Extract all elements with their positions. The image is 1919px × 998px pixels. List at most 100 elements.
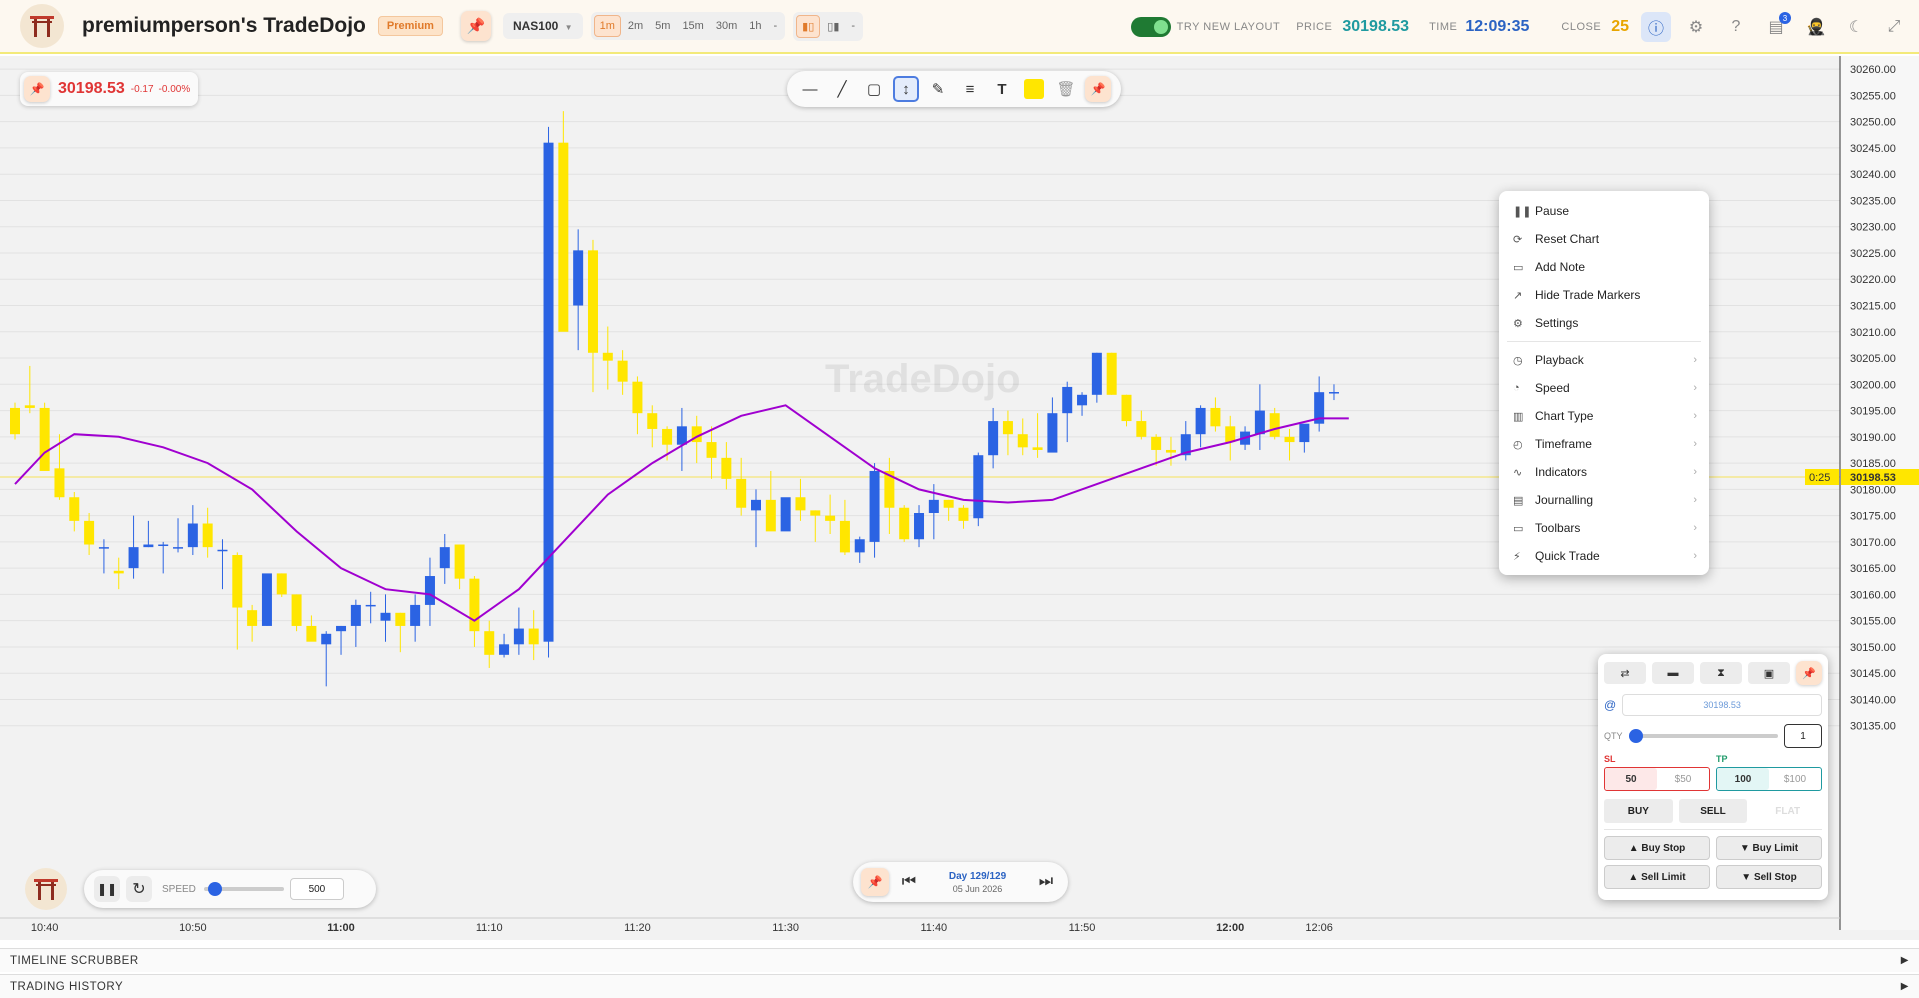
hourglass-tab-icon[interactable]: ⧗ <box>1700 662 1742 684</box>
candle-body <box>217 549 228 552</box>
time-tick-label: 11:20 <box>624 922 651 934</box>
hollow-candle-icon[interactable]: ▯▮ <box>822 16 844 37</box>
chart-area[interactable]: TradeDojo 30260.00 30255.00 30250.00 30245.… <box>0 56 1919 940</box>
menu-reset-chart[interactable]: ⟳ Reset Chart <box>1499 225 1709 253</box>
avatar-icon[interactable]: 🥷 <box>1801 12 1831 42</box>
menu-journalling[interactable]: ▤ Journalling › <box>1499 486 1709 514</box>
pin-nav-button[interactable]: 📌 <box>861 868 889 896</box>
order-price-input[interactable]: 30198.53 <box>1622 694 1822 716</box>
menu-chart-type[interactable]: ▥ Chart Type › <box>1499 402 1709 430</box>
trash-icon[interactable]: 🗑 <box>1053 76 1079 102</box>
candle-body <box>1269 413 1280 437</box>
moon-icon[interactable]: ☾ <box>1841 12 1871 42</box>
candle <box>810 510 821 542</box>
skip-forward-icon[interactable]: ⏭ <box>1032 868 1060 896</box>
buy-button[interactable]: BUY <box>1604 799 1673 823</box>
timeline-scrubber-section[interactable]: TIMELINE SCRUBBER ▶ <box>0 948 1919 972</box>
trendline-icon[interactable]: ╱ <box>829 76 855 102</box>
candle-body <box>573 250 584 306</box>
timeframe-30m[interactable]: 30m <box>711 16 742 36</box>
tp-dollar-button[interactable]: $100 <box>1769 768 1821 790</box>
sell-stop-button[interactable]: ▼ Sell Stop <box>1716 865 1822 889</box>
menu-pause[interactable]: ❚❚ Pause <box>1499 197 1709 225</box>
timeframe-2m[interactable]: 2m <box>623 16 648 36</box>
candles <box>10 111 1339 687</box>
new-layout-toggle[interactable] <box>1130 17 1171 37</box>
symbol-selector[interactable]: NAS100 ▼ <box>502 13 583 39</box>
lines-icon[interactable]: ≡ <box>957 76 983 102</box>
trading-history-section[interactable]: TRADING HISTORY ▶ <box>0 974 1919 998</box>
flat-button[interactable]: FLAT <box>1753 799 1822 823</box>
menu-timeframe[interactable]: ◴ Timeframe › <box>1499 430 1709 458</box>
qty-slider[interactable] <box>1628 729 1778 743</box>
menu-hide-trade-markers[interactable]: ↗ Hide Trade Markers <box>1499 281 1709 309</box>
pen-icon[interactable]: ✎ <box>925 76 951 102</box>
menu-quick-trade[interactable]: ⚡ Quick Trade › <box>1499 542 1709 570</box>
qty-slider-thumb[interactable] <box>1628 729 1643 743</box>
pin-panel-button[interactable]: 📌 <box>1796 661 1822 685</box>
candlestick-icon[interactable]: ▮▯ <box>796 14 821 38</box>
menu-indicators[interactable]: ∿ Indicators › <box>1499 458 1709 486</box>
candle <box>1106 352 1117 395</box>
candle-body <box>158 544 169 547</box>
candle-body <box>973 455 984 519</box>
menu-label: Reset Chart <box>1535 232 1600 246</box>
info-change: -0.17 <box>130 83 154 95</box>
timeframe-1m[interactable]: 1m <box>593 15 621 37</box>
timeframe-5m[interactable]: 5m <box>650 16 675 36</box>
menu-speed[interactable]: ◔ Speed › <box>1499 374 1709 402</box>
sl-dollar-button[interactable]: $50 <box>1657 768 1709 790</box>
pin-drawbar-button[interactable]: 📌 <box>1085 76 1111 102</box>
expand-icon[interactable]: ▶ <box>1901 981 1909 992</box>
speed-input[interactable]: 500 <box>289 878 344 900</box>
report-tab-icon[interactable]: ▣ <box>1748 662 1790 684</box>
sl-points-button[interactable]: 50 <box>1605 768 1657 790</box>
orders-tab-icon[interactable]: ⇄ <box>1604 662 1646 684</box>
buy-stop-button[interactable]: ▲ Buy Stop <box>1604 836 1710 860</box>
menu-label: Journalling <box>1535 493 1594 507</box>
menu-add-note[interactable]: ▭ Add Note <box>1499 253 1709 281</box>
price-tick-label: 30135.00 <box>1850 721 1896 733</box>
menu-playback[interactable]: ◷ Playback › <box>1499 346 1709 374</box>
buy-limit-button[interactable]: ▼ Buy Limit <box>1716 836 1822 860</box>
candle <box>395 612 406 653</box>
info-icon[interactable]: ⓘ <box>1641 12 1671 42</box>
speed-slider[interactable] <box>203 882 284 896</box>
candle-body <box>395 612 406 626</box>
help-icon[interactable]: ? <box>1721 12 1751 42</box>
timeframe-15m[interactable]: 15m <box>677 16 708 36</box>
sell-button[interactable]: SELL <box>1678 799 1748 823</box>
timeframe-1h[interactable]: 1h <box>744 16 766 36</box>
price-tick-label: 30255.00 <box>1850 90 1896 102</box>
briefcase-tab-icon[interactable]: ▬ <box>1652 662 1694 684</box>
timeframe-more[interactable]: - <box>769 16 783 36</box>
menu-toolbars[interactable]: ▭ Toolbars › <box>1499 514 1709 542</box>
measure-icon[interactable]: ↕ <box>893 76 919 102</box>
notes-icon[interactable]: ▤ 3 <box>1761 12 1791 42</box>
pause-icon[interactable]: ❚❚ <box>94 876 120 902</box>
candle-body <box>1002 421 1013 435</box>
price-tick-label: 30245.00 <box>1850 143 1896 155</box>
price-tick-label: 30175.00 <box>1850 511 1896 523</box>
text-icon[interactable]: T <box>989 76 1015 102</box>
tradedojo-logo-bottom[interactable] <box>25 868 67 910</box>
fullscreen-icon[interactable]: ⤢ <box>1879 12 1909 42</box>
candle-body <box>24 405 35 408</box>
qty-input[interactable]: 1 <box>1784 724 1822 748</box>
speed-slider-thumb[interactable] <box>207 882 222 896</box>
skip-back-icon[interactable]: ⏮ <box>895 868 923 896</box>
pin-toolbar-button[interactable]: 📌 <box>460 11 491 41</box>
candle <box>973 452 984 527</box>
pin-price-button[interactable]: 📌 <box>24 76 50 102</box>
color-swatch[interactable] <box>1021 76 1047 102</box>
gear-icon[interactable]: ⚙ <box>1681 12 1711 42</box>
tradedojo-logo[interactable] <box>20 4 64 48</box>
sell-limit-button[interactable]: ▲ Sell Limit <box>1604 865 1710 889</box>
rectangle-icon[interactable]: ▢ <box>861 76 887 102</box>
reset-icon[interactable]: ↻ <box>126 876 152 902</box>
horizontal-line-icon[interactable]: — <box>797 76 823 102</box>
expand-icon[interactable]: ▶ <box>1901 955 1909 966</box>
menu-settings[interactable]: ⚙ Settings <box>1499 309 1709 337</box>
more-chart-types[interactable]: - <box>846 16 860 36</box>
tp-points-button[interactable]: 100 <box>1717 768 1769 790</box>
